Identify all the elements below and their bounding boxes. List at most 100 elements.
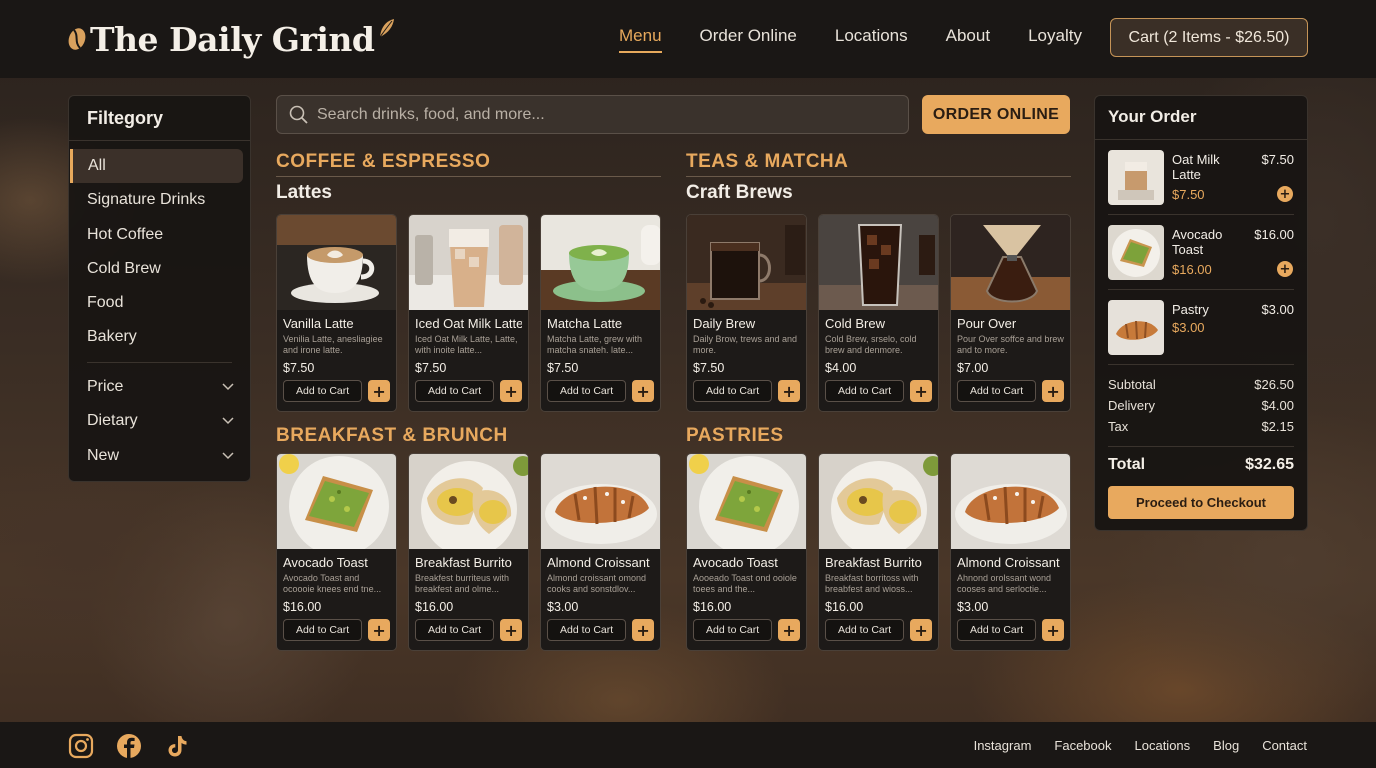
add-to-cart-button[interactable]: Add to Cart — [693, 380, 773, 402]
tiktok-icon[interactable] — [164, 733, 190, 759]
filter-dietary[interactable]: Dietary — [69, 404, 250, 438]
vanilla-latte-photo — [277, 215, 396, 310]
menu-item-card[interactable]: Almond Croissant Ahnond orolssant wond co… — [950, 453, 1071, 651]
footer-link-blog[interactable]: Blog — [1213, 738, 1239, 753]
menu-item-card[interactable]: Iced Oat Milk Latte Iced Oat Milk Latte, … — [408, 214, 529, 412]
nav-about[interactable]: About — [946, 26, 990, 53]
plus-icon[interactable]: + — [500, 619, 522, 641]
menu-item-card[interactable]: Avocado Toast Aooeado Toast ond ooiole to… — [686, 453, 807, 651]
search-input[interactable] — [317, 105, 877, 124]
add-to-cart-button[interactable]: Add to Cart — [283, 380, 363, 402]
menu-item-name: Avocado Toast — [693, 555, 778, 570]
menu-item-name: Iced Oat Milk Latte — [415, 316, 522, 331]
filter-new[interactable]: New — [69, 438, 250, 472]
search-icon — [289, 105, 308, 124]
checkout-button[interactable]: Proceed to Checkout — [1108, 486, 1294, 519]
breakfast-burrito-photo — [819, 454, 938, 549]
plus-icon[interactable]: + — [368, 619, 390, 641]
logo[interactable]: The Daily Grind — [68, 19, 396, 59]
menu-item-name: Almond Croissant — [547, 555, 650, 570]
almond-croissant-photo — [541, 454, 660, 549]
menu-item-body: Avocado Toast Avocado Toast and ocoooie k… — [277, 549, 396, 641]
category-food[interactable]: Food — [69, 286, 243, 320]
menu-item-card[interactable]: Matcha Latte Matcha Latte, grew with matc… — [540, 214, 661, 412]
add-to-cart-button[interactable]: Add to Cart — [415, 619, 495, 641]
menu-item-body: Daily Brew Daily Brow, trews and and more… — [687, 310, 806, 402]
menu-item-image — [951, 454, 1070, 549]
category-hot-coffee[interactable]: Hot Coffee — [69, 218, 243, 252]
add-to-cart-button[interactable]: Add to Cart — [957, 619, 1037, 641]
nav-order-online[interactable]: Order Online — [700, 26, 797, 53]
order-item-thumbnail — [1108, 225, 1164, 280]
plus-icon[interactable]: + — [1042, 619, 1064, 641]
add-to-cart-button[interactable]: Add to Cart — [547, 380, 627, 402]
order-online-button[interactable]: ORDER ONLINE — [922, 95, 1070, 134]
menu-item-body: Almond Croissant Almond croissant omond c… — [541, 549, 660, 641]
add-quantity-button[interactable]: + — [1277, 261, 1293, 277]
order-summary: Subtotal $26.50 Delivery $4.00 Tax $2.15… — [1108, 377, 1294, 486]
section-title: BREAKFAST & BRUNCH — [276, 425, 508, 446]
filter-price[interactable]: Price — [69, 370, 250, 404]
menu-item-body: Avocado Toast Aooeado Toast ond ooiole to… — [687, 549, 806, 641]
plus-icon[interactable]: + — [632, 619, 654, 641]
order-item-name: Pastry — [1172, 302, 1209, 317]
menu-item-card[interactable]: Vanilla Latte Venilia Latte, anesliagiee … — [276, 214, 397, 412]
add-quantity-button[interactable]: + — [1277, 186, 1293, 202]
menu-item-card[interactable]: Pour Over Pour Over soffce and brew and t… — [950, 214, 1071, 412]
plus-icon[interactable]: + — [368, 380, 390, 402]
menu-item-card[interactable]: Almond Croissant Almond croissant omond c… — [540, 453, 661, 651]
add-to-cart-button[interactable]: Add to Cart — [415, 380, 495, 402]
footer-link-facebook[interactable]: Facebook — [1054, 738, 1111, 753]
menu-item-actions: Add to Cart + — [693, 619, 800, 641]
section-subtitle: Craft Brews — [686, 182, 793, 203]
menu-item-description: Ahnond orolssant wond cooses and serloct… — [957, 573, 1052, 594]
plus-icon[interactable]: + — [910, 380, 932, 402]
plus-icon[interactable]: + — [1042, 380, 1064, 402]
footer-link-locations[interactable]: Locations — [1135, 738, 1191, 753]
menu-item-card[interactable]: Avocado Toast Avocado Toast and ocoooie k… — [276, 453, 397, 651]
menu-item-name: Matcha Latte — [547, 316, 623, 331]
menu-item-name: Breakfast Burrito — [825, 555, 922, 570]
add-to-cart-button[interactable]: Add to Cart — [283, 619, 363, 641]
brand-name: The Daily Grind — [90, 19, 375, 59]
menu-item-name: Daily Brew — [693, 316, 756, 331]
category-all[interactable]: All — [70, 149, 243, 184]
menu-item-card[interactable]: Breakfast Burrito Breakfest burriteus wit… — [408, 453, 529, 651]
tax-value: $2.15 — [1261, 419, 1294, 434]
add-to-cart-button[interactable]: Add to Cart — [547, 619, 627, 641]
menu-item-body: Breakfast Burrito Breakfest burriteus wit… — [409, 549, 528, 641]
nav-menu[interactable]: Menu — [619, 26, 662, 53]
category-signature-drinks[interactable]: Signature Drinks — [69, 183, 243, 217]
menu-item-card[interactable]: Daily Brew Daily Brow, trews and and more… — [686, 214, 807, 412]
category-cold-brew[interactable]: Cold Brew — [69, 252, 243, 286]
menu-item-card[interactable]: Breakfast Burrito Breakfast borritoss wit… — [818, 453, 939, 651]
plus-icon[interactable]: + — [778, 380, 800, 402]
plus-icon[interactable]: + — [500, 380, 522, 402]
menu-item-body: Pour Over Pour Over soffce and brew and t… — [951, 310, 1070, 402]
menu-item-description: Avocado Toast and ocoooie knees end tne.… — [283, 573, 382, 594]
menu-item-card[interactable]: Cold Brew Cold Brew, srselo, cold brew an… — [818, 214, 939, 412]
menu-item-name: Pour Over — [957, 316, 1017, 331]
menu-item-description: Venilia Latte, anesliagiee and irone lat… — [283, 334, 383, 355]
plus-icon[interactable]: + — [778, 619, 800, 641]
footer-link-instagram[interactable]: Instagram — [974, 738, 1032, 753]
plus-icon[interactable]: + — [910, 619, 932, 641]
add-to-cart-button[interactable]: Add to Cart — [957, 380, 1037, 402]
category-bakery[interactable]: Bakery — [69, 320, 243, 354]
section-breakfast-brunch: BREAKFAST & BRUNCH Avocado Toast Avocado … — [276, 425, 661, 651]
order-item-price: $3.00 — [1261, 302, 1294, 317]
add-to-cart-button[interactable]: Add to Cart — [825, 380, 905, 402]
instagram-icon[interactable] — [68, 733, 94, 759]
menu-item-actions: Add to Cart + — [825, 380, 932, 402]
cart-button[interactable]: Cart (2 Items - $26.50) — [1110, 18, 1308, 57]
order-item-price: $7.50 — [1261, 152, 1294, 167]
nav-locations[interactable]: Locations — [835, 26, 908, 53]
footer-link-contact[interactable]: Contact — [1262, 738, 1307, 753]
add-to-cart-button[interactable]: Add to Cart — [693, 619, 773, 641]
nav-loyalty[interactable]: Loyalty — [1028, 26, 1082, 53]
social-links — [68, 733, 190, 759]
iced-oat-milk-latte-photo — [409, 215, 528, 310]
add-to-cart-button[interactable]: Add to Cart — [825, 619, 905, 641]
plus-icon[interactable]: + — [632, 380, 654, 402]
facebook-icon[interactable] — [116, 733, 142, 759]
